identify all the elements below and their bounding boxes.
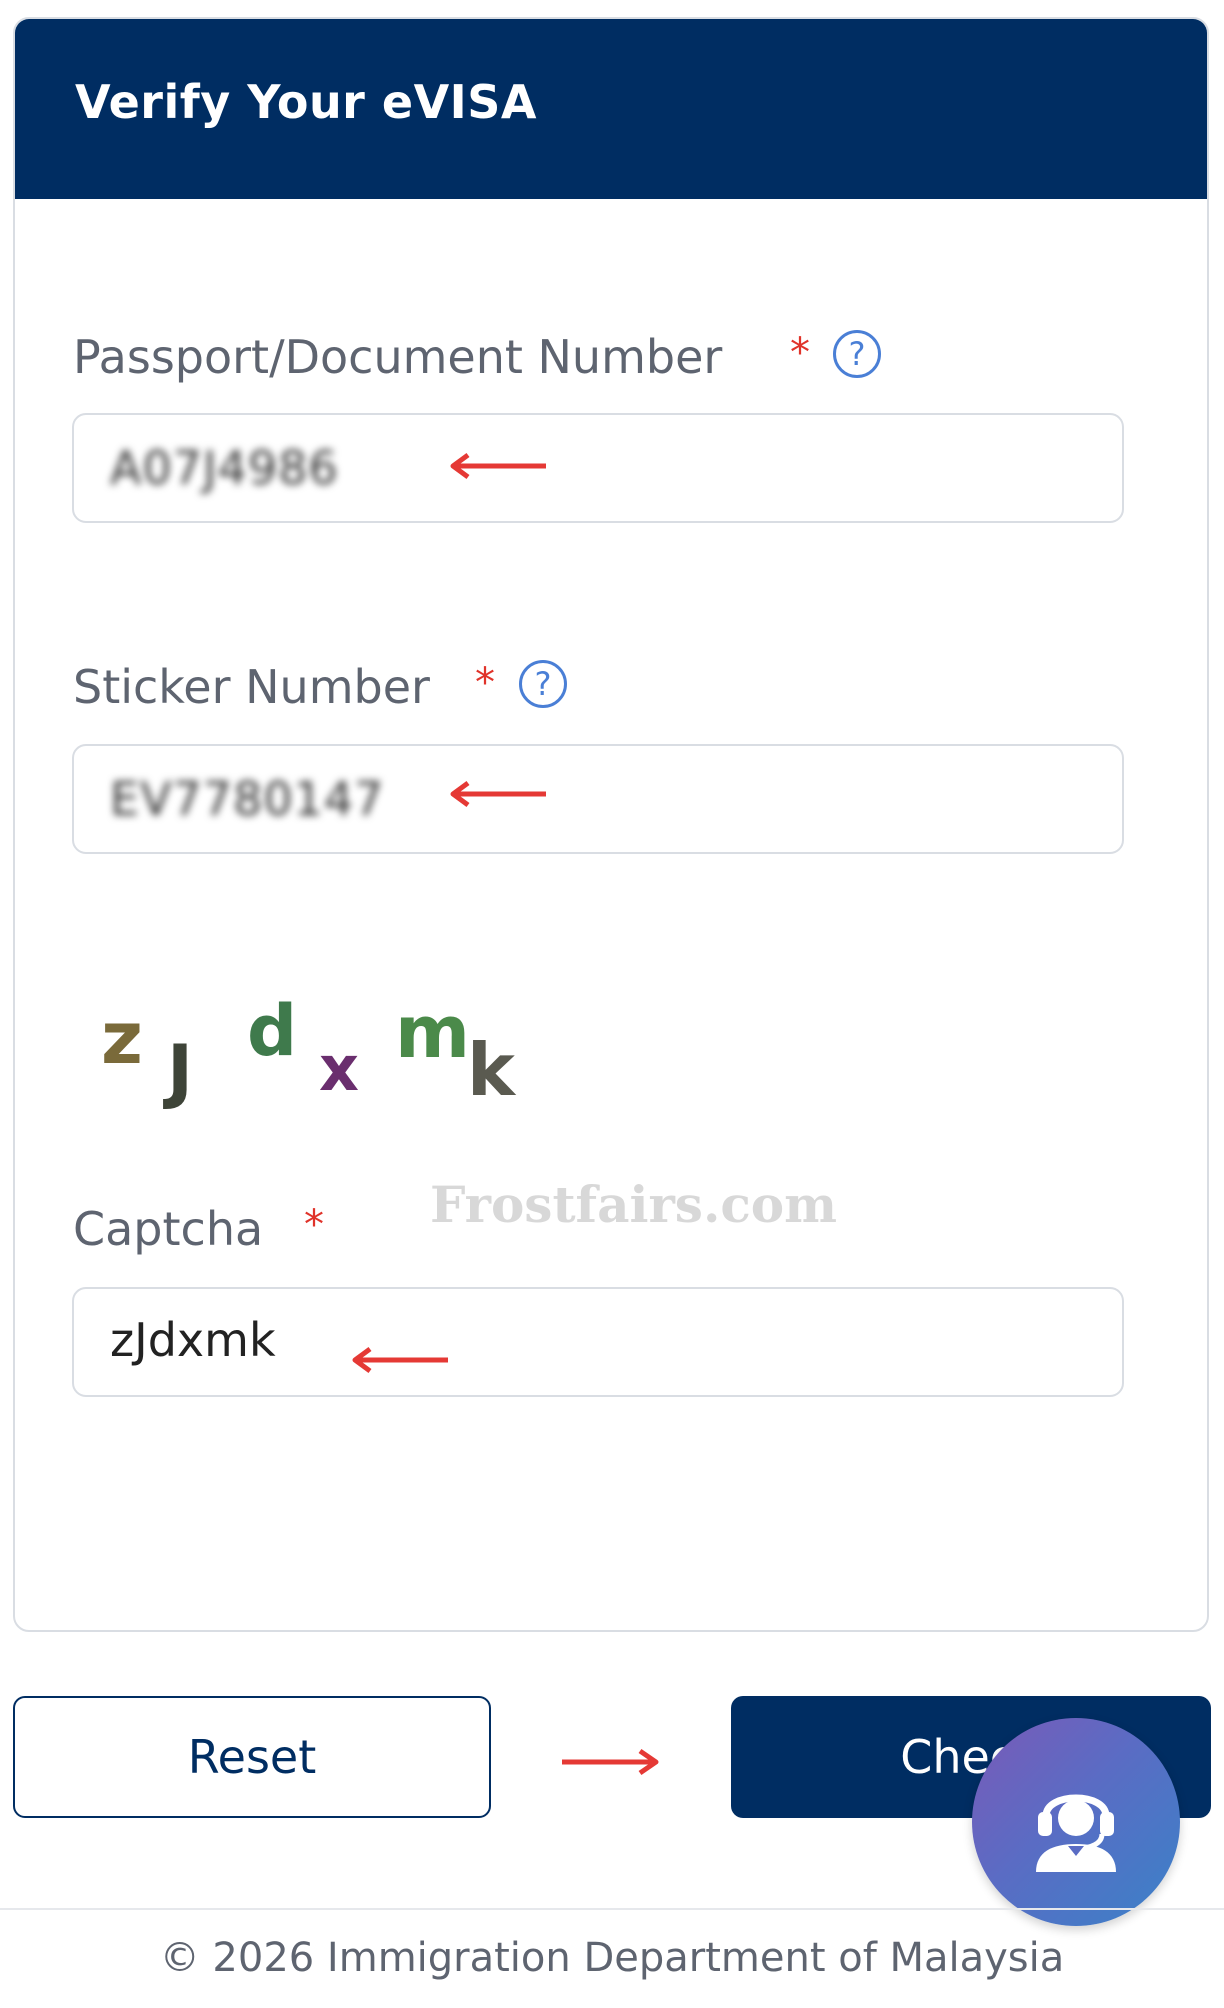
passport-label: Passport/Document Number [73,330,723,384]
passport-required-mark: * [790,330,810,376]
card-header: Verify Your eVISA [15,19,1207,199]
sticker-input[interactable]: EV7780147 [72,744,1124,854]
captcha-required-mark: * [304,1202,324,1248]
sticker-input-value: EV7780147 [110,772,385,826]
sticker-help-icon[interactable]: ? [519,660,567,708]
passport-input[interactable]: A07J4986 [72,413,1124,523]
sticker-label: Sticker Number [73,660,430,714]
support-chat-button[interactable] [972,1718,1180,1926]
captcha-char: d [247,990,298,1072]
red-arrow-icon [450,452,546,480]
captcha-char: x [319,1032,359,1105]
page-title: Verify Your eVISA [75,75,538,129]
captcha-input-value: zJdxmk [110,1313,276,1367]
reset-button[interactable]: Reset [13,1696,491,1818]
footer-divider [0,1908,1224,1910]
red-arrow-icon [562,1748,659,1776]
footer-copyright: © 2026 Immigration Department of Malaysi… [159,1935,1065,1981]
captcha-label: Captcha [73,1202,264,1256]
captcha-image: z J d x m k [95,990,545,1140]
captcha-input[interactable]: zJdxmk [72,1287,1124,1397]
red-arrow-icon [352,1346,448,1374]
sticker-required-mark: * [475,660,495,706]
evisa-verify-page: Verify Your eVISA Passport/Document Numb… [0,0,1224,2008]
watermark-text: Frostfairs.com [430,1175,838,1234]
captcha-char: J [167,1030,194,1112]
captcha-char: m [395,990,471,1074]
captcha-char: k [467,1028,515,1112]
passport-help-icon[interactable]: ? [833,330,881,378]
captcha-char: z [101,996,143,1080]
red-arrow-icon [450,780,546,808]
headset-agent-icon [1036,1794,1116,1872]
passport-input-value: A07J4986 [110,441,339,495]
